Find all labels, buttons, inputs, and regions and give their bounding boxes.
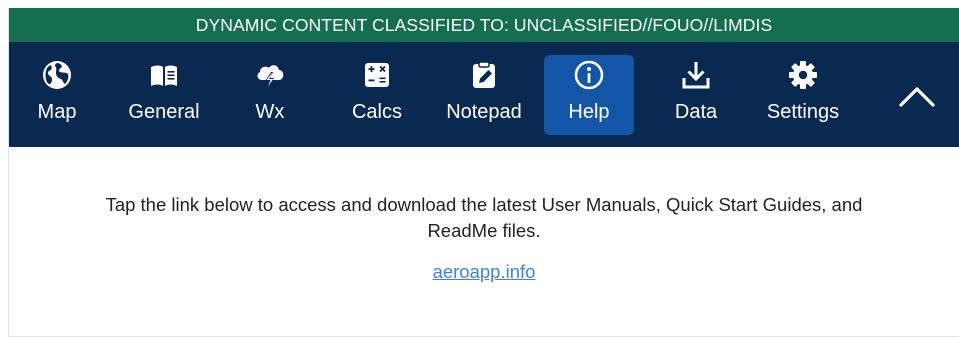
tab-general[interactable]: General bbox=[119, 55, 209, 135]
help-link-container: aeroapp.info bbox=[9, 260, 959, 284]
chevron-up-icon bbox=[895, 75, 939, 119]
book-icon bbox=[148, 59, 180, 91]
globe-icon bbox=[41, 59, 73, 91]
tab-wx[interactable]: Wx bbox=[225, 55, 315, 135]
tab-notepad[interactable]: Notepad bbox=[439, 55, 529, 135]
tab-settings[interactable]: Settings bbox=[758, 55, 848, 135]
tab-map[interactable]: Map bbox=[12, 55, 102, 135]
tab-data-label: Data bbox=[674, 101, 718, 123]
collapse-toolbar-button[interactable] bbox=[895, 75, 939, 119]
tab-help-label: Help bbox=[568, 101, 610, 123]
tab-general-label: General bbox=[128, 101, 200, 123]
help-message: Tap the link below to access and downloa… bbox=[105, 194, 863, 241]
tab-map-label: Map bbox=[37, 101, 77, 123]
tab-settings-label: Settings bbox=[766, 101, 840, 123]
notepad-icon bbox=[468, 59, 500, 91]
calculator-icon bbox=[361, 59, 393, 91]
info-icon bbox=[573, 59, 605, 91]
weather-icon bbox=[254, 59, 286, 91]
download-icon bbox=[680, 59, 712, 91]
gear-icon bbox=[787, 59, 819, 91]
help-content: Tap the link below to access and downloa… bbox=[9, 147, 959, 335]
tab-calcs-label: Calcs bbox=[351, 101, 402, 123]
tab-data[interactable]: Data bbox=[651, 55, 741, 135]
tab-calcs[interactable]: Calcs bbox=[332, 55, 422, 135]
tab-notepad-label: Notepad bbox=[446, 101, 522, 123]
aeroapp-link[interactable]: aeroapp.info bbox=[433, 261, 536, 282]
app-window: DYNAMIC CONTENT CLASSIFIED TO: UNCLASSIF… bbox=[8, 8, 959, 337]
tab-help[interactable]: Help bbox=[544, 55, 634, 135]
main-toolbar: Map General Wx Calcs Notepad Help Data S… bbox=[9, 42, 959, 147]
classification-text: DYNAMIC CONTENT CLASSIFIED TO: UNCLASSIF… bbox=[195, 15, 773, 35]
tab-wx-label: Wx bbox=[255, 101, 285, 123]
classification-banner: DYNAMIC CONTENT CLASSIFIED TO: UNCLASSIF… bbox=[9, 8, 959, 42]
